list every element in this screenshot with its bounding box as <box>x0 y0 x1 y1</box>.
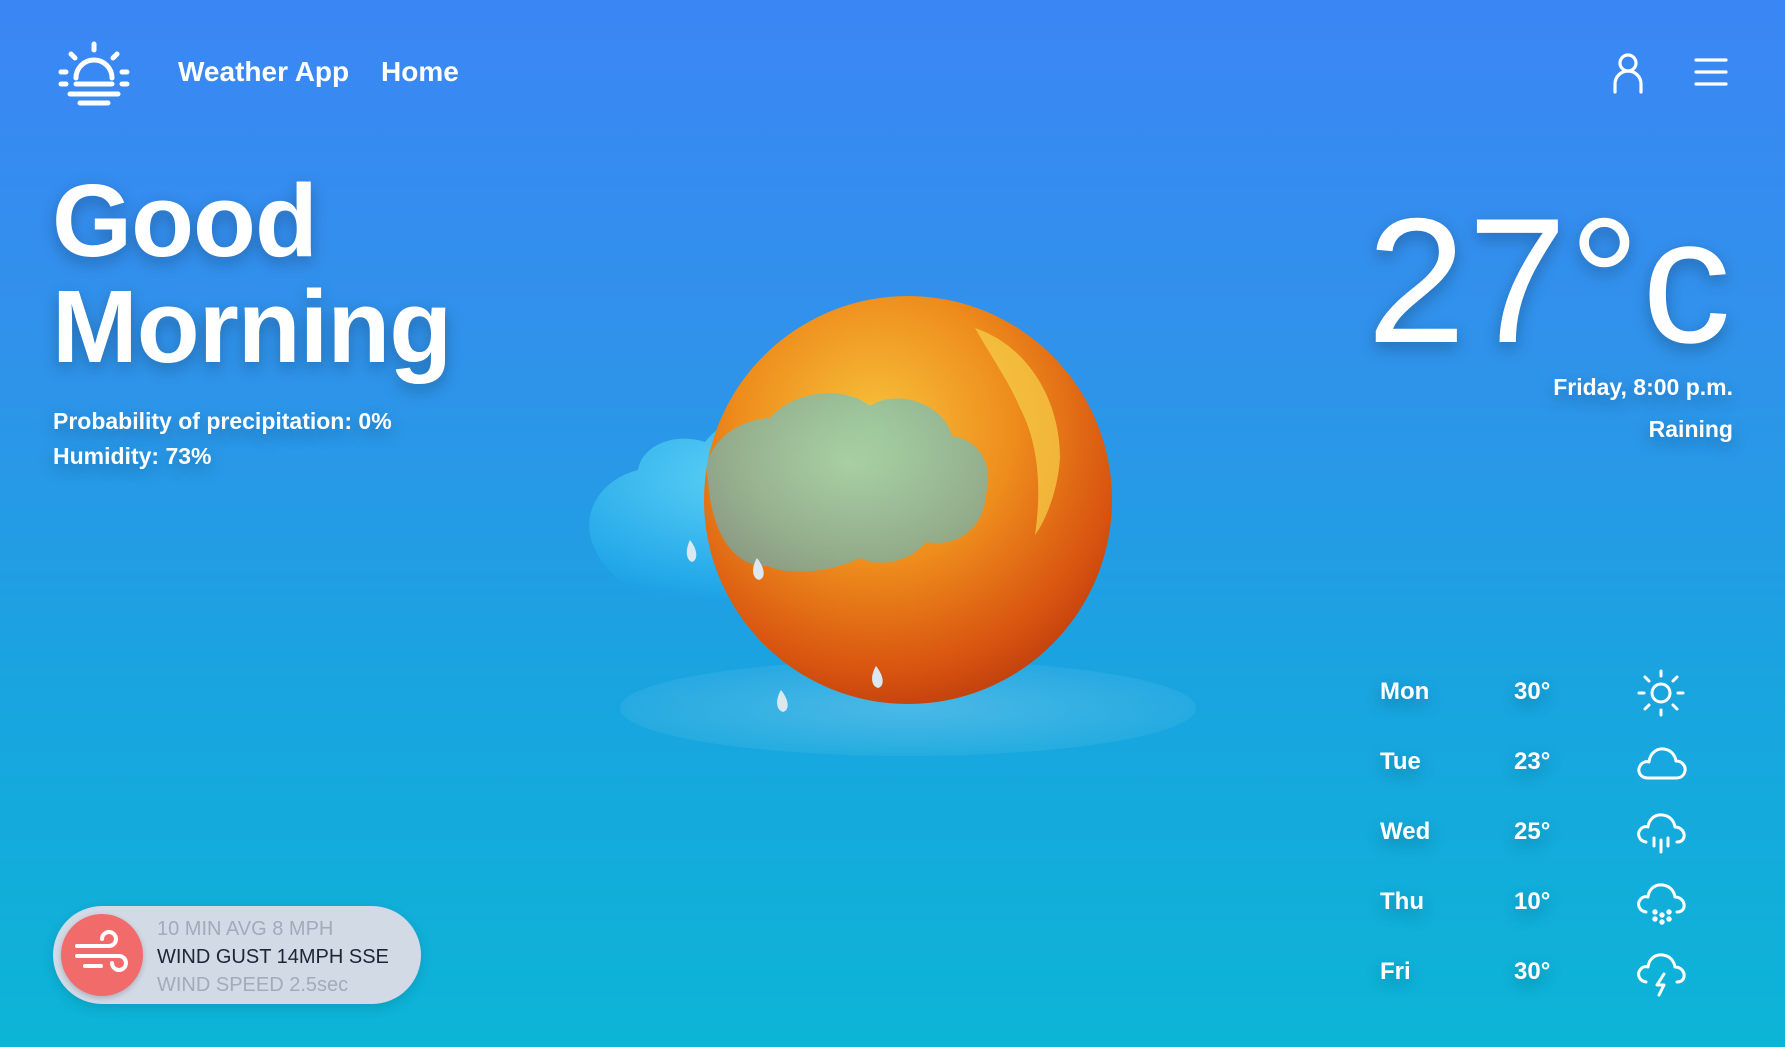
user-icon[interactable] <box>1612 52 1644 94</box>
cloud-rain-icon <box>1637 813 1686 854</box>
nav-home-link[interactable]: Home <box>381 56 459 88</box>
app-title: Weather App <box>178 56 350 87</box>
cloud-lightning-icon <box>1637 953 1686 997</box>
forecast-day: Mon <box>1380 678 1430 705</box>
cloud-icon <box>1637 747 1687 780</box>
greeting-line-2: Morning <box>52 269 452 384</box>
forecast-row: Fri 30° <box>1380 940 1700 1010</box>
weather-illustration <box>589 296 1196 756</box>
current-datetime: Friday, 8:00 p.m. <box>1553 374 1733 400</box>
wind-badge <box>61 914 143 996</box>
forecast-day: Fri <box>1380 958 1411 985</box>
forecast-temp: 10° <box>1514 888 1551 915</box>
current-condition: Raining <box>1648 416 1733 442</box>
forecast-row: Mon 30° <box>1380 660 1700 730</box>
forecast-temp: 25° <box>1514 818 1551 845</box>
forecast-day: Thu <box>1380 888 1424 915</box>
wind-avg-text: 10 MIN AVG 8 MPH <box>157 918 334 940</box>
forecast-row: Wed 25° <box>1380 800 1700 870</box>
precipitation-text: Probability of precipitation: 0% <box>53 408 392 434</box>
humidity-text: Humidity: 73% <box>53 443 212 469</box>
forecast-row: Tue 23° <box>1380 730 1700 800</box>
wind-gust-text: WIND GUST 14MPH SSE <box>157 946 389 968</box>
wind-speed-text: WIND SPEED 2.5sec <box>157 974 349 996</box>
wind-widget[interactable]: 10 MIN AVG 8 MPH WIND GUST 14MPH SSE WIN… <box>53 906 421 1004</box>
forecast-row: Thu 10° <box>1380 870 1700 940</box>
wind-icon <box>75 930 128 972</box>
forecast-list: Mon 30° Tue 23° Wed 25° Thu 10° Fri 30° <box>1380 660 1700 1010</box>
forecast-temp: 23° <box>1514 748 1551 775</box>
forecast-day: Tue <box>1380 748 1421 775</box>
sunrise-icon[interactable] <box>58 40 130 108</box>
forecast-temp: 30° <box>1514 958 1551 985</box>
sun-icon <box>1637 669 1685 717</box>
greeting-heading: Good Morning <box>52 163 452 384</box>
forecast-temp: 30° <box>1514 678 1551 705</box>
weather-stats: Probability of precipitation: 0% Humidit… <box>53 404 392 474</box>
current-temperature: 27°c <box>1366 181 1733 380</box>
greeting-line-1: Good <box>52 163 318 278</box>
cloud-drizzle-icon <box>1637 883 1686 925</box>
hamburger-menu-icon[interactable] <box>1694 56 1728 88</box>
forecast-day: Wed <box>1380 818 1431 845</box>
